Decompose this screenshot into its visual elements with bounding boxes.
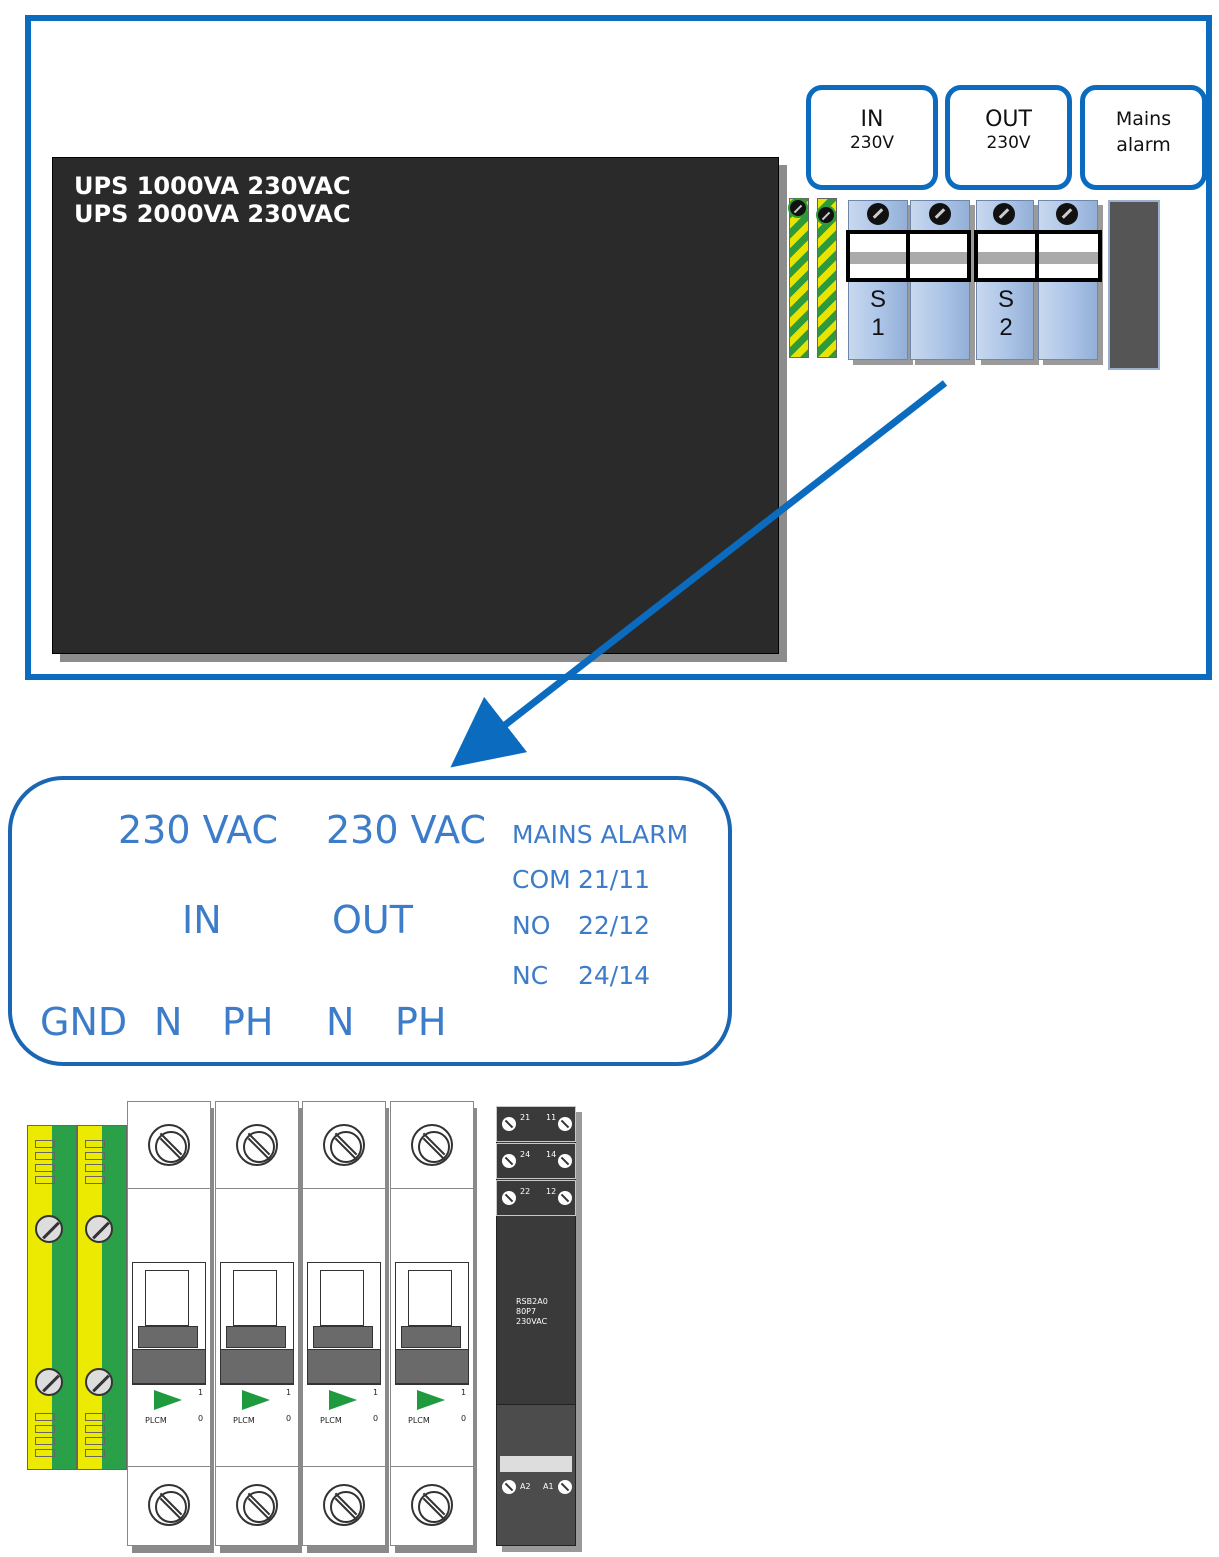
relay-contact-11: 11 [546, 1113, 557, 1122]
breaker-brand: PLCM [320, 1416, 342, 1425]
legend-alarm-nc-value: 24/14 [578, 961, 651, 990]
relay-screw-icon [558, 1191, 572, 1205]
relay-model-line-2: 80P7 [516, 1307, 537, 1316]
legend-out-label: OUT [332, 898, 413, 942]
breaker-on-mark: 1 [373, 1388, 379, 1397]
relay-label-strip [500, 1456, 572, 1472]
breaker-trip-indicator-icon [417, 1390, 445, 1410]
breaker-screw-icon [148, 1484, 190, 1526]
ground-screw-icon [35, 1215, 63, 1243]
legend-alarm-no: NO [512, 911, 551, 940]
breaker-trip-indicator-icon [329, 1390, 357, 1410]
breaker-screw-icon [323, 1484, 365, 1526]
legend-terminal-n-out: N [326, 1000, 355, 1044]
relay-contact-14: 14 [546, 1150, 557, 1159]
legend-out-voltage: 230 VAC [326, 808, 487, 852]
relay-coil-a1: A1 [543, 1482, 554, 1491]
breaker-off-mark: 0 [198, 1414, 204, 1423]
relay-contact-12: 12 [546, 1187, 557, 1196]
relay-model-line-1: RSB2A0 [516, 1297, 548, 1306]
relay-model-line-3: 230VAC [516, 1317, 548, 1326]
relay-contact-24: 24 [520, 1150, 531, 1159]
legend-terminal-n-in: N [154, 1000, 183, 1044]
legend-alarm-com-value: 21/11 [578, 865, 651, 894]
breaker-brand: PLCM [408, 1416, 430, 1425]
breaker-screw-icon [411, 1124, 453, 1166]
legend-alarm-nc: NC [512, 961, 549, 990]
breaker-trip-indicator-icon [154, 1390, 182, 1410]
legend-alarm-title: MAINS ALARM [512, 820, 689, 849]
connector-arrow [450, 380, 948, 768]
ground-screw-icon [85, 1215, 113, 1243]
breaker-trip-indicator-icon [242, 1390, 270, 1410]
relay-contact-22: 22 [520, 1187, 531, 1196]
relay-screw-icon [502, 1154, 516, 1168]
breaker-on-mark: 1 [461, 1388, 467, 1397]
legend-alarm-com: COM [512, 865, 571, 894]
relay-screw-icon [558, 1480, 572, 1494]
legend-terminal-ph-out: PH [395, 1000, 447, 1044]
breaker-off-mark: 0 [461, 1414, 467, 1423]
breaker-on-mark: 1 [198, 1388, 204, 1397]
breaker-screw-icon [236, 1484, 278, 1526]
relay-lower-body [496, 1404, 576, 1546]
relay-screw-icon [502, 1191, 516, 1205]
ground-screw-icon [85, 1368, 113, 1396]
breaker-screw-icon [236, 1124, 278, 1166]
breaker-lever[interactable] [401, 1326, 461, 1348]
breaker-brand: PLCM [233, 1416, 255, 1425]
ground-screw-icon [35, 1368, 63, 1396]
relay-screw-icon [502, 1480, 516, 1494]
relay-coil-a2: A2 [520, 1482, 531, 1491]
legend-terminal-gnd: GND [40, 1000, 128, 1044]
legend-in-voltage: 230 VAC [118, 808, 279, 852]
legend-alarm-no-value: 22/12 [578, 911, 651, 940]
breaker-off-mark: 0 [286, 1414, 292, 1423]
relay-contact-21: 21 [520, 1113, 531, 1122]
breaker-lever[interactable] [313, 1326, 373, 1348]
legend-in-label: IN [182, 898, 222, 942]
relay-screw-icon [502, 1117, 516, 1131]
breaker-screw-icon [411, 1484, 453, 1526]
breaker-brand: PLCM [145, 1416, 167, 1425]
breaker-lever[interactable] [138, 1326, 198, 1348]
breaker-screw-icon [323, 1124, 365, 1166]
legend-terminal-ph-in: PH [222, 1000, 274, 1044]
breaker-on-mark: 1 [286, 1388, 292, 1397]
breaker-lever[interactable] [226, 1326, 286, 1348]
relay-screw-icon [558, 1154, 572, 1168]
breaker-screw-icon [148, 1124, 190, 1166]
relay-screw-icon [558, 1117, 572, 1131]
breaker-off-mark: 0 [373, 1414, 379, 1423]
